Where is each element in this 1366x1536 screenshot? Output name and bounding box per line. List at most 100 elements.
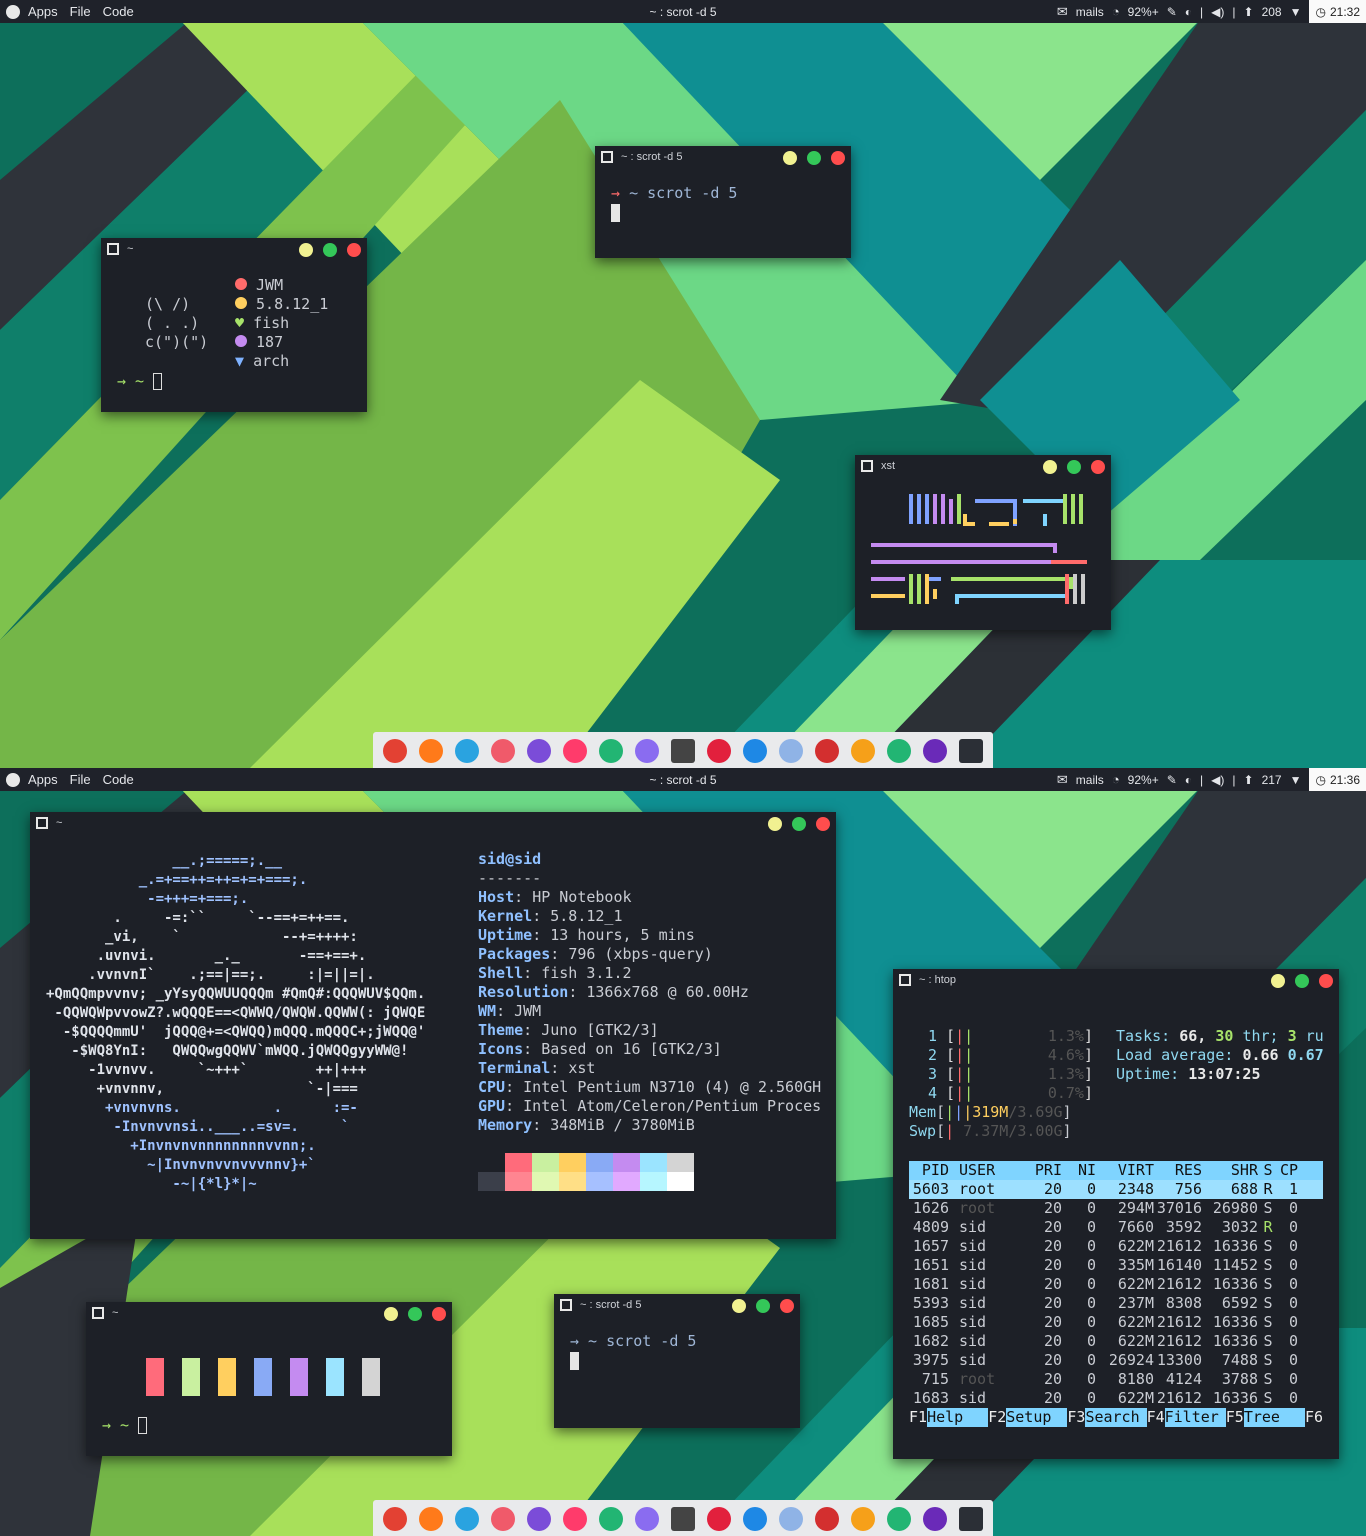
share-icon[interactable]: [527, 1507, 551, 1531]
window-menu-icon[interactable]: [92, 1307, 104, 1319]
close-button[interactable]: [831, 151, 845, 165]
menu-file[interactable]: File: [70, 772, 91, 787]
maximize-button[interactable]: [807, 151, 821, 165]
close-button[interactable]: [347, 243, 361, 257]
pdf-icon[interactable]: [815, 739, 839, 763]
updates-count[interactable]: 208: [1262, 5, 1282, 19]
chat-icon[interactable]: [599, 1507, 623, 1531]
messenger-icon[interactable]: [743, 1507, 767, 1531]
maximize-button[interactable]: [792, 817, 806, 831]
telegram-icon[interactable]: [455, 739, 479, 763]
window-titlebar[interactable]: ~ : scrot -d 5: [554, 1294, 800, 1316]
window-titlebar[interactable]: ~: [86, 1302, 452, 1324]
share-icon[interactable]: [527, 739, 551, 763]
fkey-f5[interactable]: F5: [1226, 1408, 1244, 1427]
terminal-icon[interactable]: [959, 739, 983, 763]
distro-logo-icon[interactable]: [6, 4, 20, 19]
window-menu-icon[interactable]: [36, 817, 48, 829]
window-menu-icon[interactable]: [861, 460, 873, 472]
fkey-f4[interactable]: F4: [1147, 1408, 1165, 1427]
screen-recorder-icon[interactable]: [707, 739, 731, 763]
maximize-button[interactable]: [756, 1299, 770, 1313]
settings-icon[interactable]: ✎: [1167, 773, 1177, 787]
terminal-window-colors[interactable]: ~ → ~: [86, 1302, 452, 1456]
minimize-button[interactable]: [384, 1307, 398, 1321]
volume-icon[interactable]: ◀): [1211, 5, 1224, 19]
wifi-icon[interactable]: ▼: [1290, 773, 1302, 787]
mail-icon[interactable]: [635, 1507, 659, 1531]
process-table[interactable]: PID USER PRI NI VIRT RES SHR S CP 5603 root 20 0 2348…: [909, 1161, 1323, 1408]
window-menu-icon[interactable]: [601, 151, 613, 163]
pdf-icon[interactable]: [815, 1507, 839, 1531]
audio-icon[interactable]: [923, 739, 947, 763]
maximize-button[interactable]: [1295, 974, 1309, 988]
chrome-icon[interactable]: [383, 1507, 407, 1531]
terminal-window-scrot[interactable]: ~ : scrot -d 5 → ~ scrot -d 5: [554, 1294, 800, 1428]
mail-icon[interactable]: ✉: [1057, 4, 1068, 20]
table-row[interactable]: 3975 sid 20 0 26924 13300 7488 S 0: [909, 1351, 1323, 1370]
fkey-label[interactable]: Search: [1085, 1408, 1147, 1427]
vpn-icon[interactable]: [887, 1507, 911, 1531]
media-player-icon[interactable]: [563, 739, 587, 763]
updates-count[interactable]: 217: [1262, 773, 1282, 787]
table-row[interactable]: 5603 root 20 0 2348 756 688 R 1: [909, 1180, 1323, 1199]
table-row[interactable]: 715 root 20 0 8180 4124 3788 S 0: [909, 1370, 1323, 1389]
close-button[interactable]: [1319, 974, 1333, 988]
volume-icon[interactable]: ◀): [1211, 773, 1224, 787]
firefox-icon[interactable]: [419, 1507, 443, 1531]
minimize-button[interactable]: [768, 817, 782, 831]
close-button[interactable]: [816, 817, 830, 831]
weather-icon[interactable]: [851, 739, 875, 763]
chrome-icon[interactable]: [383, 739, 407, 763]
calculator-icon[interactable]: [671, 1507, 695, 1531]
minimize-button[interactable]: [1043, 460, 1057, 474]
settings-icon[interactable]: ✎: [1167, 5, 1177, 19]
fkey-f1[interactable]: F1: [909, 1408, 927, 1427]
fkey-label[interactable]: Filter: [1164, 1408, 1226, 1427]
window-titlebar[interactable]: ~: [30, 812, 836, 834]
menu-code[interactable]: Code: [103, 4, 134, 19]
menu-apps[interactable]: Apps: [28, 772, 58, 787]
table-row[interactable]: 1657 sid 20 0 622M 21612 16336 S 0: [909, 1237, 1323, 1256]
table-row[interactable]: 1651 sid 20 0 335M 16140 11452 S 0: [909, 1256, 1323, 1275]
maximize-button[interactable]: [323, 243, 337, 257]
terminal-icon[interactable]: [959, 1507, 983, 1531]
clock[interactable]: ◷ 21:36: [1309, 768, 1366, 791]
minimize-button[interactable]: [732, 1299, 746, 1313]
network-icon[interactable]: [779, 739, 803, 763]
weather-icon[interactable]: [851, 1507, 875, 1531]
table-row[interactable]: 5393 sid 20 0 237M 8308 6592 S 0: [909, 1294, 1323, 1313]
mails-label[interactable]: mails: [1076, 5, 1104, 19]
updates-icon[interactable]: ⬆: [1244, 773, 1254, 787]
network-icon[interactable]: [779, 1507, 803, 1531]
calculator-icon[interactable]: [671, 739, 695, 763]
vpn-icon[interactable]: [887, 739, 911, 763]
window-titlebar[interactable]: xst: [855, 455, 1111, 477]
fkey-f3[interactable]: F3: [1067, 1408, 1085, 1427]
brightness-icon[interactable]: ◐: [1185, 5, 1192, 19]
wifi-icon[interactable]: ▼: [1290, 5, 1302, 19]
media-player-icon[interactable]: [563, 1507, 587, 1531]
close-button[interactable]: [432, 1307, 446, 1321]
terminal-window-scrot[interactable]: ~ : scrot -d 5 → ~ scrot -d 5: [595, 146, 851, 258]
distro-logo-icon[interactable]: [6, 772, 20, 787]
clock[interactable]: ◷ 21:32: [1309, 0, 1366, 23]
menu-file[interactable]: File: [70, 4, 91, 19]
window-menu-icon[interactable]: [899, 974, 911, 986]
messenger-icon[interactable]: [743, 739, 767, 763]
minimize-button[interactable]: [1271, 974, 1285, 988]
window-titlebar[interactable]: ~ : htop: [893, 969, 1339, 991]
fkey-label[interactable]: Setup: [1006, 1408, 1068, 1427]
mails-label[interactable]: mails: [1076, 773, 1104, 787]
firefox-icon[interactable]: [419, 739, 443, 763]
browser-icon[interactable]: [491, 1507, 515, 1531]
close-button[interactable]: [1091, 460, 1105, 474]
maximize-button[interactable]: [408, 1307, 422, 1321]
table-row[interactable]: 1681 sid 20 0 622M 21612 16336 S 0: [909, 1275, 1323, 1294]
window-titlebar[interactable]: ~: [101, 238, 367, 260]
terminal-window-fetch[interactable]: ~ (\ /) ( . .) c(")(") JWM 5.8.12_1 ♥ fi…: [101, 238, 367, 412]
chat-icon[interactable]: [599, 739, 623, 763]
menu-code[interactable]: Code: [103, 772, 134, 787]
terminal-window-neofetch[interactable]: ~ __.;=====;.__ _.=+==++=++=+=+===;. -=+…: [30, 812, 836, 1239]
minimize-button[interactable]: [783, 151, 797, 165]
